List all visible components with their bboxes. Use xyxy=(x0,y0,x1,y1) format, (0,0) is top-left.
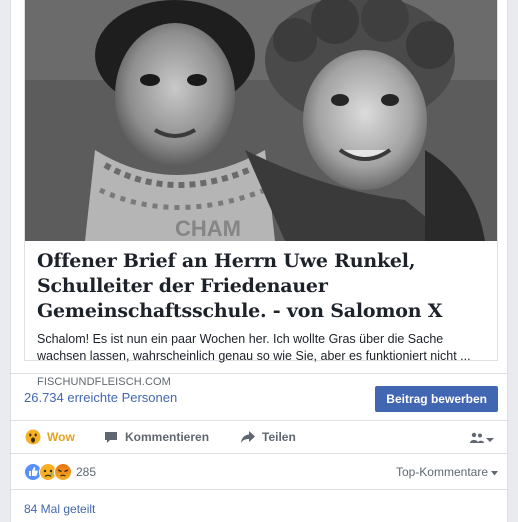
chevron-down-icon xyxy=(485,431,495,449)
people-icon xyxy=(469,431,485,449)
shirt-text: CHAM xyxy=(175,216,241,241)
comment-label: Kommentieren xyxy=(125,430,210,444)
preview-title[interactable]: Offener Brief an Herrn Uwe Runkel, Schul… xyxy=(37,249,489,324)
comment-button[interactable]: Kommentieren xyxy=(103,429,209,445)
share-button[interactable]: Teilen xyxy=(240,429,296,445)
reach-row: 26.734 erreichte Personen Beitrag bewerb… xyxy=(11,373,507,421)
wow-reaction-button[interactable]: Wow xyxy=(25,429,75,445)
caret-down-icon xyxy=(491,465,498,479)
top-comments-dropdown[interactable]: Top-Kommentare xyxy=(396,465,498,479)
wow-icon xyxy=(25,429,41,445)
preview-text: Offener Brief an Herrn Uwe Runkel, Schul… xyxy=(37,249,489,388)
boost-post-button[interactable]: Beitrag bewerben xyxy=(375,386,498,412)
link-preview[interactable]: CHAM Offener Brief an Herrn Uwe Runkel, … xyxy=(24,0,498,388)
top-comments-label: Top-Kommentare xyxy=(395,465,488,479)
children-photo: CHAM xyxy=(25,0,497,241)
post-card: CHAM Offener Brief an Herrn Uwe Runkel, … xyxy=(10,0,508,522)
audience-selector[interactable] xyxy=(469,431,495,449)
preview-description: Schalom! Es ist nun ein paar Wochen her.… xyxy=(37,332,471,363)
shares-count-link[interactable]: 84 Mal geteilt xyxy=(24,502,95,516)
reactions-row: 285 Top-Kommentare xyxy=(11,454,507,490)
angry-icon xyxy=(54,463,72,486)
preview-image[interactable]: CHAM xyxy=(25,0,497,241)
reach-count-link[interactable]: 26.734 erreichte Personen xyxy=(24,390,177,405)
share-arrow-icon xyxy=(240,429,256,445)
share-label: Teilen xyxy=(262,430,296,444)
wow-label: Wow xyxy=(47,430,75,444)
reaction-count[interactable]: 285 xyxy=(76,465,96,479)
actions-row: Wow Kommentieren Teilen xyxy=(11,421,507,454)
reaction-icons[interactable] xyxy=(24,463,72,486)
comment-icon xyxy=(103,429,119,445)
